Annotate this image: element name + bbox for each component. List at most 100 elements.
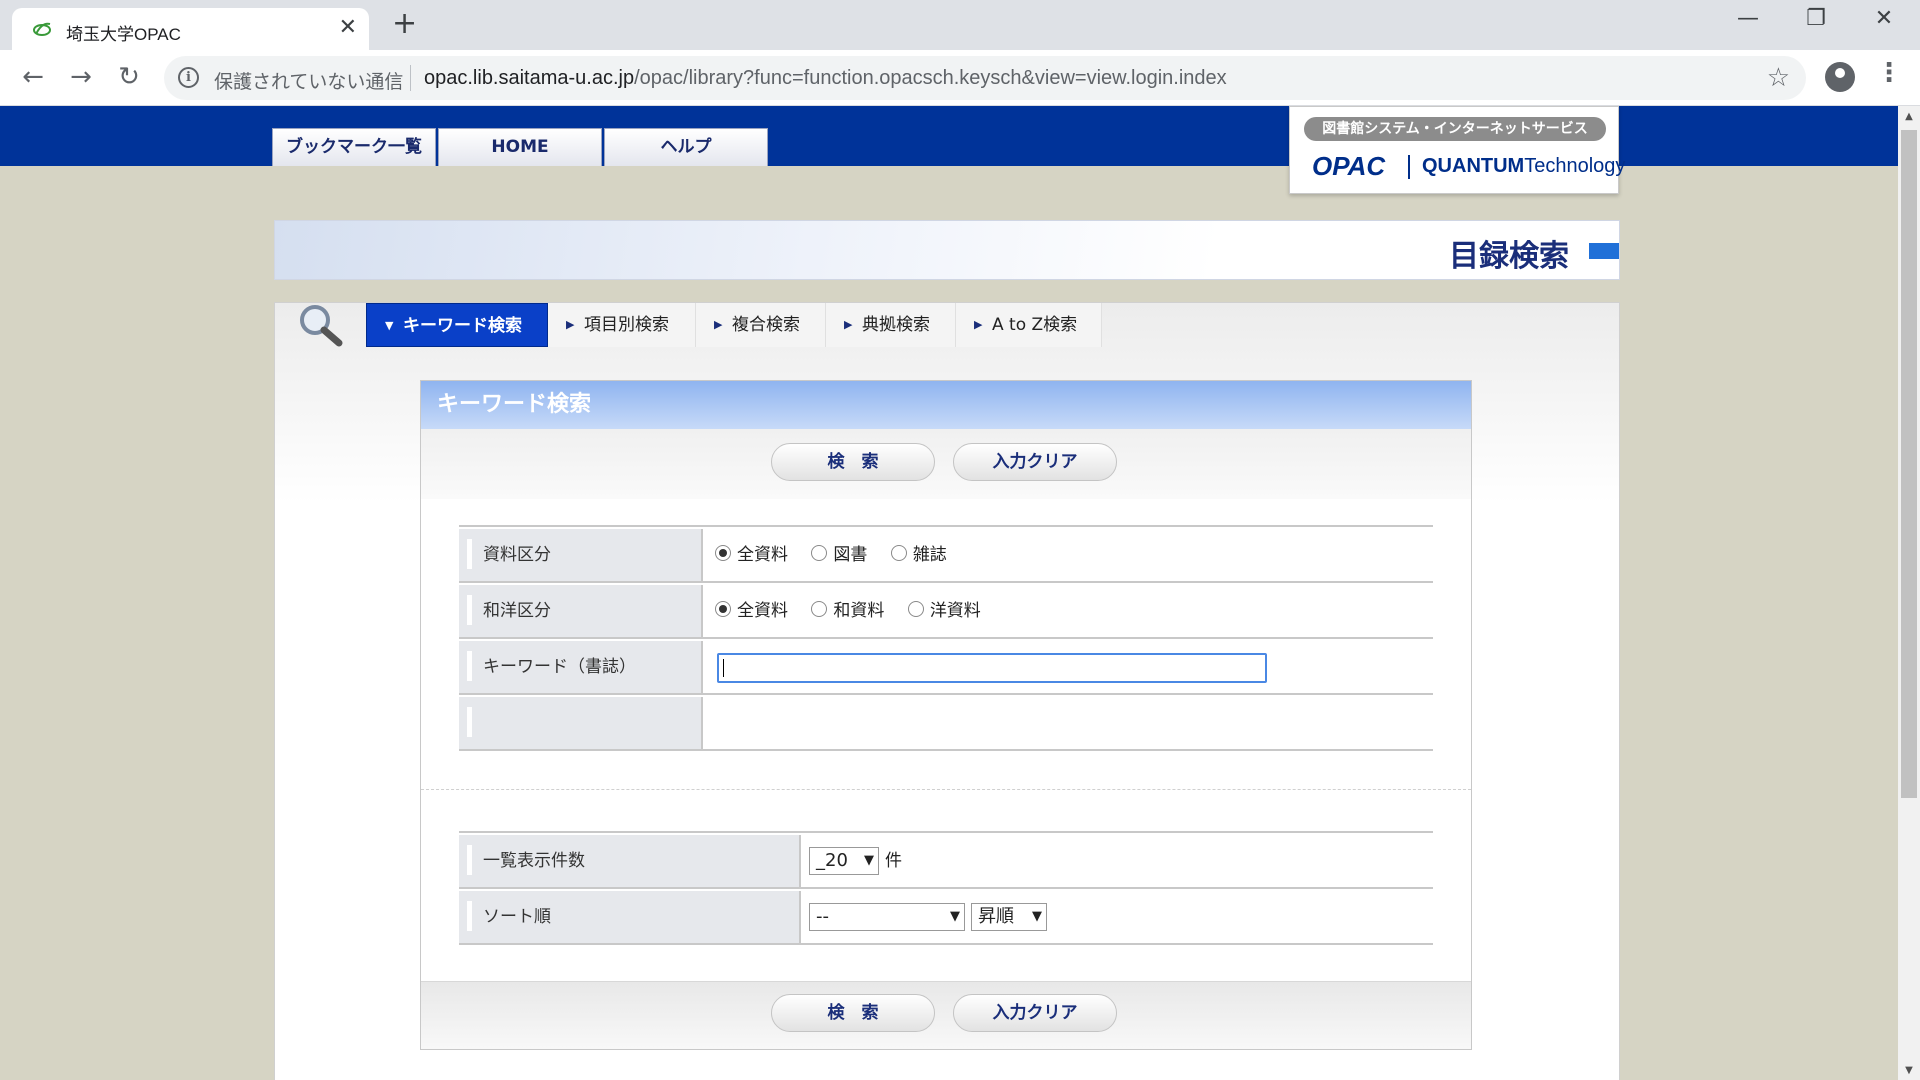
display-count-unit: 件 [885, 851, 902, 871]
reload-icon[interactable]: ↻ [112, 62, 146, 92]
language-all-label: 全資料 [737, 601, 788, 621]
tab-authority-search[interactable]: ▶ 典拠検索 [826, 303, 956, 347]
display-options-table: 一覧表示件数 _20 ▼ 件 ソート順 -- ▼ 昇順 ▼ [459, 831, 1433, 945]
page-title: 目録検索 [1449, 239, 1569, 274]
material-journal-radio[interactable]: 雑誌 [890, 545, 947, 565]
chevron-right-icon: ▶ [714, 318, 723, 331]
chevron-right-icon: ▶ [844, 318, 853, 331]
url-path: /opac/library?func=function.opacsch.keys… [634, 67, 1227, 89]
display-count-row: 一覧表示件数 _20 ▼ 件 [459, 833, 1433, 889]
security-status[interactable]: 保護されていない通信 [214, 67, 403, 94]
language-western-radio[interactable]: 洋資料 [907, 601, 981, 621]
logo-quantum-word: QUANTUM [1422, 155, 1525, 177]
top-button-row: 検 索 入力クリア [421, 429, 1471, 499]
radio-selected-icon[interactable] [715, 545, 731, 561]
sort-order-select[interactable]: 昇順 ▼ [971, 903, 1047, 931]
tab-field-search[interactable]: ▶ 項目別検索 [548, 303, 696, 347]
language-japanese-radio[interactable]: 和資料 [811, 601, 884, 621]
radio-icon[interactable] [811, 601, 828, 617]
material-all-label: 全資料 [737, 545, 788, 565]
tab-authority-label: 典拠検索 [862, 315, 930, 335]
section-divider [421, 789, 1471, 790]
title-accent-mark [1589, 243, 1619, 259]
magnifier-icon [300, 305, 343, 347]
display-count-cell: _20 ▼ 件 [809, 833, 1433, 889]
browser-menu-icon[interactable]: ⋮ [1876, 58, 1902, 88]
empty-row [459, 695, 1433, 751]
browser-tab[interactable]: 埼玉大学OPAC ✕ [12, 8, 369, 50]
empty-label-cell [459, 697, 703, 749]
radio-icon[interactable] [811, 545, 828, 561]
tab-field-label: 項目別検索 [584, 315, 669, 335]
display-count-select[interactable]: _20 ▼ [809, 847, 879, 875]
info-icon[interactable]: i [178, 67, 199, 88]
browser-toolbar: ← → ↻ i 保護されていない通信 opac.lib.saitama-u.ac… [0, 50, 1920, 106]
criteria-table: 資料区分 全資料 図書 雑誌 和洋区分 全資料 和資料 洋資料 キーワード（書誌… [459, 525, 1433, 751]
material-book-radio[interactable]: 図書 [811, 545, 867, 565]
tab-keyword-label: キーワード検索 [403, 316, 522, 336]
tab-atoz-search[interactable]: ▶ A to Z検索 [956, 303, 1102, 347]
logo-technology-word: Technology [1524, 155, 1626, 177]
page-title-banner: 目録検索 [274, 220, 1620, 280]
search-button-top[interactable]: 検 索 [771, 443, 935, 481]
tab-atoz-label: A to Z検索 [992, 315, 1078, 335]
nav-tab-help[interactable]: ヘルプ [604, 128, 768, 166]
forward-icon[interactable]: → [64, 62, 98, 92]
tab-keyword-search[interactable]: ▼ キーワード検索 [366, 303, 548, 347]
profile-avatar-icon[interactable] [1825, 62, 1855, 92]
new-tab-icon[interactable]: + [392, 8, 417, 40]
opac-logo: 図書館システム・インターネットサービス OPAC QUANTUMTechnolo… [1289, 106, 1625, 194]
scroll-thumb[interactable] [1901, 130, 1917, 798]
nav-tab-bookmarks[interactable]: ブックマーク一覧 [272, 128, 436, 166]
clear-button-bottom[interactable]: 入力クリア [953, 994, 1117, 1032]
page-scrollbar[interactable]: ▲ ▼ [1898, 106, 1920, 1080]
display-count-label: 一覧表示件数 [459, 835, 801, 887]
logo-opac: OPAC [1312, 151, 1386, 181]
sort-field-value: -- [816, 906, 829, 927]
address-bar[interactable]: i 保護されていない通信 opac.lib.saitama-u.ac.jp/op… [164, 56, 1806, 100]
url-host: opac.lib.saitama-u.ac.jp [424, 67, 635, 89]
dropdown-arrow-icon: ▼ [950, 909, 960, 924]
bookmark-star-icon[interactable]: ☆ [1767, 63, 1790, 93]
keyword-label: キーワード（書誌） [459, 641, 703, 693]
display-count-value: _20 [816, 850, 848, 871]
back-icon[interactable]: ← [16, 62, 50, 92]
dropdown-arrow-icon: ▼ [1032, 909, 1042, 924]
logo-tagline: 図書館システム・インターネットサービス [1304, 117, 1606, 141]
keyword-input[interactable] [717, 653, 1267, 683]
tab-complex-search[interactable]: ▶ 複合検索 [696, 303, 826, 347]
form-heading: キーワード検索 [421, 381, 1471, 429]
close-tab-icon[interactable]: ✕ [339, 16, 357, 40]
keyword-cell [711, 639, 1433, 695]
radio-icon[interactable] [907, 601, 924, 617]
sort-field-select[interactable]: -- ▼ [809, 903, 965, 931]
minimize-icon[interactable]: — [1728, 6, 1768, 31]
logo-divider [1408, 155, 1410, 179]
material-type-row: 資料区分 全資料 図書 雑誌 [459, 527, 1433, 583]
sort-cell: -- ▼ 昇順 ▼ [809, 889, 1433, 945]
language-type-options: 全資料 和資料 洋資料 [715, 583, 1433, 639]
url-text[interactable]: opac.lib.saitama-u.ac.jp/opac/library?fu… [424, 67, 1227, 90]
browser-tab-strip: 埼玉大学OPAC ✕ + — ❐ ✕ [0, 0, 1920, 50]
sort-order-value: 昇順 [978, 906, 1014, 927]
scroll-up-icon[interactable]: ▲ [1898, 108, 1920, 126]
language-all-radio[interactable]: 全資料 [715, 601, 788, 621]
search-button-bottom[interactable]: 検 索 [771, 994, 935, 1032]
nav-tab-home[interactable]: HOME [438, 128, 602, 166]
address-separator [410, 65, 411, 91]
scroll-down-icon[interactable]: ▼ [1898, 1062, 1920, 1080]
clear-button-top[interactable]: 入力クリア [953, 443, 1117, 481]
material-type-options: 全資料 図書 雑誌 [715, 527, 1433, 583]
tab-complex-label: 複合検索 [732, 315, 800, 335]
chevron-right-icon: ▶ [974, 318, 983, 331]
language-type-row: 和洋区分 全資料 和資料 洋資料 [459, 583, 1433, 639]
radio-selected-icon[interactable] [715, 601, 731, 617]
site-favicon-icon [33, 22, 51, 36]
bottom-button-row: 検 索 入力クリア [421, 981, 1471, 1049]
language-japanese-label: 和資料 [833, 601, 885, 621]
restore-icon[interactable]: ❐ [1796, 6, 1836, 31]
material-book-label: 図書 [833, 545, 868, 565]
material-all-radio[interactable]: 全資料 [715, 545, 788, 565]
radio-icon[interactable] [890, 545, 907, 561]
window-close-icon[interactable]: ✕ [1864, 6, 1904, 31]
